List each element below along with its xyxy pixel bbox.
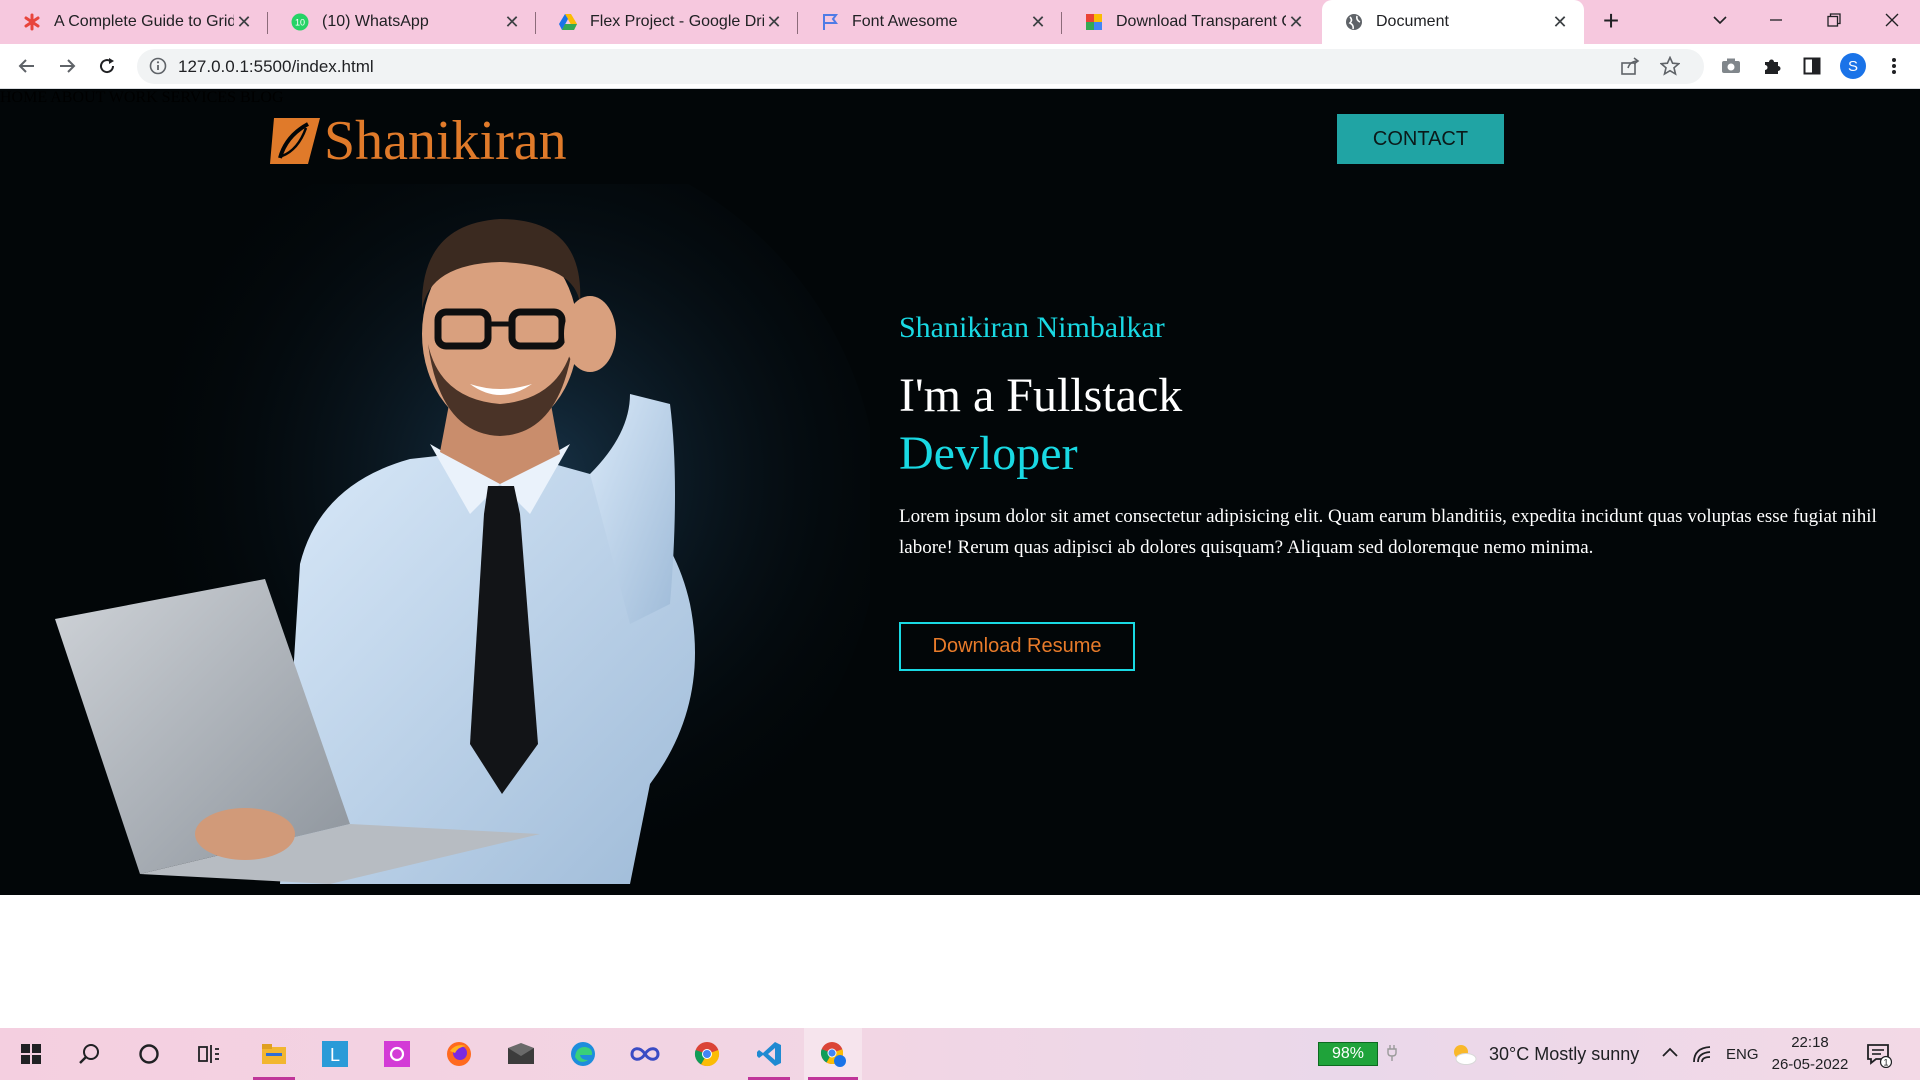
power-plug-icon xyxy=(1387,1044,1397,1067)
clock-time: 22:18 xyxy=(1791,1034,1829,1051)
browser-tab-strip: A Complete Guide to Grid | ✕ 10 (10) Wha… xyxy=(0,0,1920,44)
contact-button[interactable]: CONTACT xyxy=(1337,114,1504,164)
tab-download-transparent[interactable]: Download Transparent Cera ✕ xyxy=(1062,0,1320,44)
purple-app-icon[interactable] xyxy=(372,1028,422,1080)
notification-count: 1 xyxy=(1883,1058,1888,1068)
nav-home-link[interactable]: HOME xyxy=(0,89,47,106)
chrome-profile-icon[interactable] xyxy=(804,1028,862,1080)
search-icon[interactable] xyxy=(64,1028,114,1080)
asterisk-icon xyxy=(22,12,42,32)
extensions-puzzle-icon[interactable] xyxy=(1756,50,1788,82)
close-tab-icon[interactable]: ✕ xyxy=(1286,12,1306,32)
vscode-icon[interactable] xyxy=(744,1028,794,1080)
minimize-icon[interactable] xyxy=(1748,0,1804,40)
chrome-icon[interactable] xyxy=(682,1028,732,1080)
tab-title: Flex Project - Google Drive xyxy=(590,13,764,30)
infinity-app-icon[interactable] xyxy=(620,1028,670,1080)
firefox-icon[interactable] xyxy=(434,1028,484,1080)
browser-toolbar: 127.0.0.1:5500/index.html S xyxy=(0,44,1920,89)
weather-sun-cloud-icon[interactable] xyxy=(1450,1042,1478,1071)
site-logo[interactable]: Shanikiran xyxy=(268,111,567,171)
weather-text[interactable]: 30°C Mostly sunny xyxy=(1489,1044,1639,1065)
new-tab-button[interactable]: + xyxy=(1596,6,1626,36)
windows-start-icon[interactable] xyxy=(6,1028,56,1080)
battery-status[interactable]: 98% xyxy=(1318,1042,1378,1066)
edge-icon[interactable] xyxy=(558,1028,608,1080)
browser-menu-icon[interactable] xyxy=(1878,50,1910,82)
tab-document[interactable]: Document ✕ xyxy=(1322,0,1584,44)
google-drive-icon xyxy=(558,12,578,32)
tab-google-drive[interactable]: Flex Project - Google Drive ✕ xyxy=(536,0,798,44)
back-arrow-icon[interactable] xyxy=(11,50,43,82)
tab-css-grid-guide[interactable]: A Complete Guide to Grid | ✕ xyxy=(0,0,268,44)
windows-taskbar: L 98% 30°C Mostly sunny ENG 22:18 26-05-… xyxy=(0,1028,1920,1080)
nav-services-link[interactable]: SERVICES xyxy=(162,89,236,106)
chevron-up-icon[interactable] xyxy=(1661,1045,1679,1063)
flag-icon xyxy=(820,12,840,32)
system-clock[interactable]: 22:18 26-05-2022 xyxy=(1770,1032,1850,1076)
nav-work-link[interactable]: WORK xyxy=(109,89,158,106)
url-text: 127.0.0.1:5500/index.html xyxy=(178,57,374,76)
close-tab-icon[interactable]: ✕ xyxy=(502,12,522,32)
cortana-circle-icon[interactable] xyxy=(124,1028,174,1080)
close-tab-icon[interactable]: ✕ xyxy=(1550,12,1570,32)
tab-search-chevron-icon[interactable] xyxy=(1692,0,1748,40)
tab-title: Download Transparent Cera xyxy=(1116,13,1286,30)
forward-arrow-icon[interactable] xyxy=(51,50,83,82)
whatsapp-icon: 10 xyxy=(290,12,310,32)
hero-description: Lorem ipsum dolor sit amet consectetur a… xyxy=(899,506,1877,558)
profile-avatar[interactable]: S xyxy=(1837,50,1869,82)
tab-whatsapp[interactable]: 10 (10) WhatsApp ✕ xyxy=(268,0,536,44)
download-resume-button[interactable]: Download Resume xyxy=(899,622,1135,671)
site-info-icon[interactable] xyxy=(149,57,167,80)
hero-name: Shanikiran Nimbalkar xyxy=(899,311,1165,344)
notification-center-icon[interactable]: 1 xyxy=(1866,1042,1893,1073)
svg-text:L: L xyxy=(330,1045,340,1065)
hero-text-block: Shanikiran Nimbalkar I'm a Fullstack Dev… xyxy=(899,311,1889,563)
hero-title-highlight: Devloper xyxy=(899,427,1078,480)
share-icon[interactable] xyxy=(1620,57,1640,80)
close-tab-icon[interactable]: ✕ xyxy=(764,12,784,32)
input-language[interactable]: ENG xyxy=(1726,1046,1759,1063)
whatsapp-badge-count: 10 xyxy=(295,18,305,28)
tab-title: Document xyxy=(1376,13,1449,30)
wifi-icon[interactable] xyxy=(1692,1042,1714,1069)
logo-mark-icon xyxy=(270,118,320,164)
camera-icon[interactable] xyxy=(1715,50,1747,82)
main-nav: HOME ABOUT WORK SERVICES BLOG xyxy=(0,89,1920,107)
tab-title: A Complete Guide to Grid | xyxy=(54,13,234,30)
hero-section: Shanikiran HOME ABOUT WORK SERVICES BLOG… xyxy=(0,89,1920,895)
close-tab-icon[interactable]: ✕ xyxy=(234,12,254,32)
bookmark-star-icon[interactable] xyxy=(1659,55,1681,81)
task-view-icon[interactable] xyxy=(184,1028,234,1080)
tab-font-awesome[interactable]: Font Awesome ✕ xyxy=(798,0,1062,44)
file-explorer-icon[interactable] xyxy=(249,1028,299,1080)
close-tab-icon[interactable]: ✕ xyxy=(1028,12,1048,32)
nav-about-link[interactable]: ABOUT xyxy=(50,89,105,106)
mail-icon[interactable] xyxy=(496,1028,546,1080)
nav-blog-link[interactable]: BLOG xyxy=(240,89,284,106)
reload-icon[interactable] xyxy=(91,50,123,82)
tab-title: (10) WhatsApp xyxy=(322,13,429,30)
clock-date: 26-05-2022 xyxy=(1771,1056,1849,1073)
globe-icon xyxy=(1344,12,1364,32)
logo-text: Shanikiran xyxy=(324,110,567,172)
close-window-icon[interactable] xyxy=(1864,0,1920,40)
tab-title: Font Awesome xyxy=(852,13,958,30)
side-panel-icon[interactable] xyxy=(1796,50,1828,82)
profile-initial: S xyxy=(1840,53,1866,79)
image-icon xyxy=(1084,12,1104,32)
hero-title: I'm a Fullstack xyxy=(899,369,1183,422)
address-bar[interactable]: 127.0.0.1:5500/index.html xyxy=(137,49,1704,84)
letter-l-app-icon[interactable]: L xyxy=(310,1028,360,1080)
hero-portrait-image xyxy=(55,184,870,884)
restore-icon[interactable] xyxy=(1806,0,1862,40)
